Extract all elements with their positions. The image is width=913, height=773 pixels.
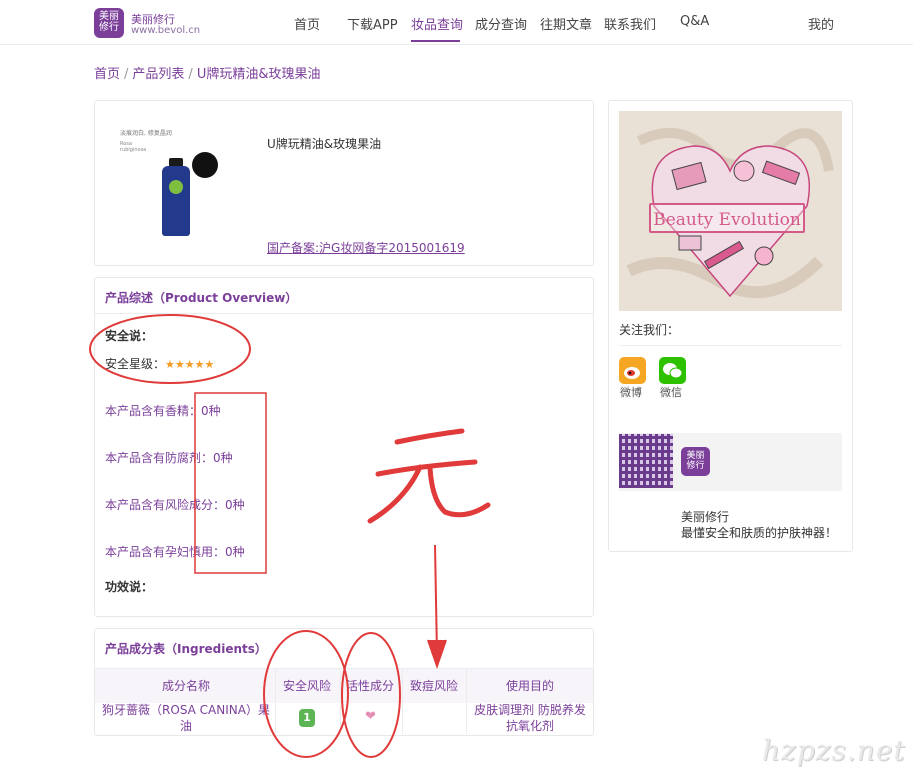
follow-divider bbox=[619, 345, 842, 346]
col-divider bbox=[466, 668, 467, 734]
overview-title: 产品综述（Product Overview） bbox=[105, 291, 298, 305]
safety-risk-badge: 1 bbox=[299, 709, 315, 727]
product-image: 淡痕润白, 修复晶润 Rosa rubiginosa bbox=[120, 128, 225, 243]
stat-risk-label: 本产品含有风险成分： bbox=[105, 498, 226, 512]
safety-stars: ★★★★★ bbox=[165, 357, 214, 371]
product-image-subcaption: Rosa rubiginosa bbox=[120, 141, 147, 153]
safety-heading: 安全说： bbox=[105, 329, 154, 343]
overview-divider bbox=[95, 313, 593, 314]
app-logo: 美丽 修行 bbox=[681, 447, 710, 476]
brand-url[interactable]: www.bevol.cn bbox=[131, 25, 200, 36]
stat-fragrance-label: 本产品含有香精： bbox=[105, 404, 202, 418]
nav-my-account[interactable]: 我的 bbox=[808, 14, 834, 33]
top-nav: 美丽 修行 美丽修行 www.bevol.cn 首页 下载APP 妆品查询 成分… bbox=[0, 0, 913, 45]
weibo-label[interactable]: 微博 bbox=[620, 384, 642, 400]
col-header-purpose: 使用目的 bbox=[506, 679, 555, 693]
qr-code bbox=[619, 434, 673, 488]
wechat-icon[interactable] bbox=[659, 357, 686, 384]
nav-home[interactable]: 首页 bbox=[294, 14, 320, 33]
app-tagline: 最懂安全和肤质的护肤神器！ bbox=[681, 526, 838, 540]
stat-risk: 本产品含有风险成分：0种 bbox=[105, 496, 245, 513]
stat-preservative: 本产品含有防腐剂：0种 bbox=[105, 449, 233, 466]
stat-pregnancy-value: 0种 bbox=[225, 545, 245, 559]
star-icon: ★ bbox=[174, 358, 185, 371]
bottle-label bbox=[169, 180, 183, 194]
wechat-label[interactable]: 微信 bbox=[660, 384, 682, 400]
nav-ingredient-search[interactable]: 成分查询 bbox=[475, 14, 527, 33]
ingredient-purpose: 皮肤调理剂 防脱养发 抗氧化剂 bbox=[474, 703, 586, 733]
overview-panel bbox=[94, 277, 594, 617]
follow-us-label: 关注我们： bbox=[619, 323, 680, 337]
poster-title: Beauty Evolution bbox=[649, 203, 805, 233]
bottle bbox=[162, 166, 190, 236]
ingredients-title: 产品成分表（Ingredients） bbox=[105, 642, 267, 656]
safety-rating-label: 安全星级： bbox=[105, 357, 166, 371]
efficacy-heading: 功效说： bbox=[105, 580, 154, 594]
breadcrumb-home[interactable]: 首页 bbox=[94, 67, 120, 82]
star-icon: ★ bbox=[184, 358, 195, 371]
app-logo-mark: 美丽 修行 bbox=[686, 451, 705, 471]
nav-contact[interactable]: 联系我们 bbox=[604, 14, 656, 33]
col-header-name: 成分名称 bbox=[162, 679, 211, 693]
nav-articles[interactable]: 往期文章 bbox=[540, 14, 592, 33]
ingredient-name-link[interactable]: 狗牙蔷薇（ROSA CANINA）果油 bbox=[100, 702, 272, 734]
weibo-icon[interactable] bbox=[619, 357, 646, 384]
star-icon: ★ bbox=[204, 358, 215, 371]
nav-qa[interactable]: Q&A bbox=[680, 14, 709, 29]
col-header-safety: 安全风险 bbox=[283, 679, 332, 693]
col-header-acne: 致痘风险 bbox=[410, 679, 459, 693]
product-name: U牌玩精油&玫瑰果油 bbox=[267, 137, 382, 151]
col-divider bbox=[275, 668, 276, 734]
safety-rating: 安全星级：★★★★★ bbox=[105, 355, 214, 372]
product-image-caption: 淡痕润白, 修复晶润 bbox=[120, 130, 172, 137]
active-ingredient-heart-icon: ❤ bbox=[365, 709, 376, 724]
star-icon: ★ bbox=[194, 358, 205, 371]
breadcrumb: 首页 / 产品列表 / U牌玩精油&玫瑰果油 bbox=[94, 67, 321, 82]
brand-logo[interactable]: 美丽 修行 bbox=[94, 8, 124, 38]
col-divider bbox=[340, 668, 341, 734]
stat-preservative-label: 本产品含有防腐剂： bbox=[105, 451, 214, 465]
star-icon: ★ bbox=[165, 358, 175, 371]
col-header-active: 活性成分 bbox=[346, 679, 395, 693]
app-name: 美丽修行 bbox=[681, 510, 730, 524]
bottle-cap bbox=[169, 158, 183, 166]
product-registration-link[interactable]: 国产备案:沪G妆网备字2015001619 bbox=[267, 239, 465, 256]
stat-preservative-value: 0种 bbox=[213, 451, 233, 465]
breadcrumb-product-list[interactable]: 产品列表 bbox=[132, 67, 184, 82]
site-watermark: hzpzs.net bbox=[762, 734, 906, 767]
stat-pregnancy: 本产品含有孕妇慎用：0种 bbox=[105, 543, 245, 560]
stat-pregnancy-label: 本产品含有孕妇慎用： bbox=[105, 545, 226, 559]
brand-logo-mark: 美丽 修行 bbox=[99, 11, 119, 33]
stat-risk-value: 0种 bbox=[225, 498, 245, 512]
col-divider bbox=[402, 668, 403, 734]
nav-download-app[interactable]: 下载APP bbox=[347, 14, 398, 33]
stat-fragrance: 本产品含有香精：0种 bbox=[105, 402, 221, 419]
stat-fragrance-value: 0种 bbox=[201, 404, 221, 418]
nav-product-search[interactable]: 妆品查询 bbox=[411, 14, 463, 33]
product-badge bbox=[192, 152, 218, 178]
breadcrumb-current: U牌玩精油&玫瑰果油 bbox=[196, 67, 321, 82]
nav-active-indicator bbox=[411, 40, 460, 42]
